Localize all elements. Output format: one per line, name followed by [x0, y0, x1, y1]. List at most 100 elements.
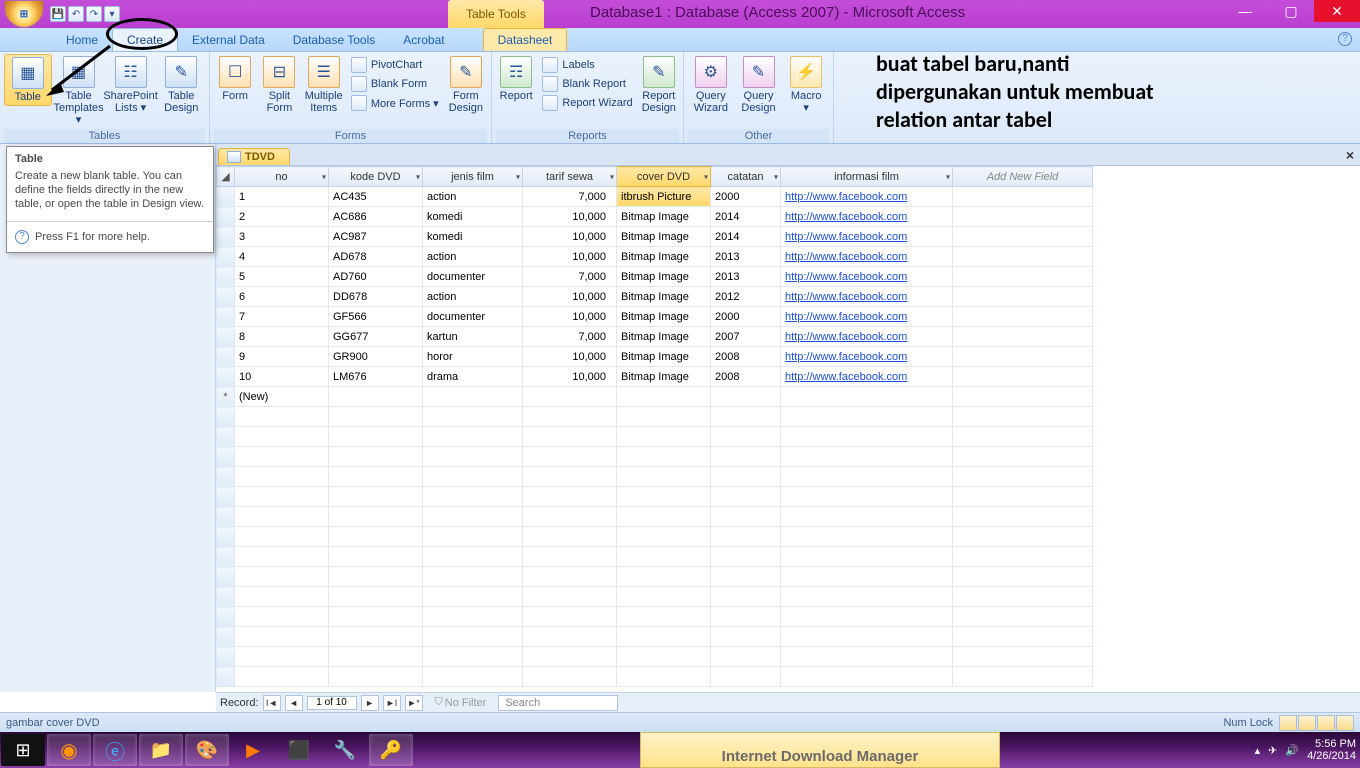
help-icon[interactable]: ? — [1338, 32, 1352, 46]
cell-addnew[interactable] — [953, 307, 1093, 327]
cell-kode[interactable]: GF566 — [329, 307, 423, 327]
tray-airplane-icon[interactable]: ✈ — [1268, 744, 1277, 757]
cell-cover[interactable]: Bitmap Image — [617, 227, 711, 247]
col-informasi-film[interactable]: informasi film▾ — [781, 167, 953, 187]
start-button[interactable]: ⊞ — [1, 734, 45, 766]
cell-jenis[interactable]: drama — [423, 367, 523, 387]
col-add-new-field[interactable]: Add New Field — [953, 167, 1093, 187]
cell-catatan[interactable]: 2012 — [711, 287, 781, 307]
col-cover-dvd[interactable]: cover DVD▾ — [617, 167, 711, 187]
record-first-button[interactable]: I◄ — [263, 695, 281, 711]
no-filter-indicator[interactable]: ⛉ No Filter — [435, 696, 487, 709]
row-selector[interactable] — [217, 327, 235, 347]
query-wizard-button[interactable]: ⚙Query Wizard — [688, 54, 734, 116]
cell-jenis[interactable]: action — [423, 187, 523, 207]
cell-addnew[interactable] — [953, 327, 1093, 347]
table-row[interactable]: 9 GR900 horor 10,000 Bitmap Image 2008 h… — [217, 347, 1360, 367]
form-design-button[interactable]: ✎Form Design — [445, 54, 487, 116]
cell-cover[interactable]: itbrush Picture — [617, 187, 711, 207]
cell-addnew[interactable] — [953, 247, 1093, 267]
cell-no[interactable]: 3 — [235, 227, 329, 247]
taskbar-firefox[interactable]: ◉ — [47, 734, 91, 766]
row-selector[interactable] — [217, 187, 235, 207]
table-templates-button[interactable]: ▦Table Templates ▾ — [54, 54, 104, 128]
cell-cover[interactable]: Bitmap Image — [617, 287, 711, 307]
col-catatan[interactable]: catatan▾ — [711, 167, 781, 187]
cell-jenis[interactable]: documenter — [423, 307, 523, 327]
pivotchart-button[interactable]: PivotChart — [347, 56, 443, 74]
col-tarif-sewa[interactable]: tarif sewa▾ — [523, 167, 617, 187]
search-box[interactable]: Search — [498, 695, 618, 711]
cell-catatan[interactable]: 2013 — [711, 267, 781, 287]
datasheet-view-button[interactable] — [1279, 715, 1297, 731]
table-row[interactable]: 10 LM676 drama 10,000 Bitmap Image 2008 … — [217, 367, 1360, 387]
taskbar-app1[interactable]: 🔧 — [323, 734, 367, 766]
table-row[interactable]: 1 AC435 action 7,000 itbrush Picture 200… — [217, 187, 1360, 207]
taskbar-explorer[interactable]: 📁 — [139, 734, 183, 766]
cell-catatan[interactable]: 2007 — [711, 327, 781, 347]
cell-info[interactable]: http://www.facebook.com — [781, 347, 953, 367]
close-button[interactable]: ✕ — [1314, 0, 1360, 22]
split-form-button[interactable]: ⊟Split Form — [258, 54, 300, 116]
cell-cover[interactable]: Bitmap Image — [617, 247, 711, 267]
blank-report-button[interactable]: Blank Report — [538, 75, 636, 93]
row-selector[interactable] — [217, 307, 235, 327]
cell-cover[interactable]: Bitmap Image — [617, 307, 711, 327]
office-button[interactable]: ⊞ — [4, 0, 44, 28]
record-new-button[interactable]: ►* — [405, 695, 423, 711]
minimize-button[interactable]: — — [1222, 0, 1268, 22]
cell-no[interactable]: 4 — [235, 247, 329, 267]
cell-info[interactable]: http://www.facebook.com — [781, 247, 953, 267]
cell-cover[interactable]: Bitmap Image — [617, 327, 711, 347]
cell-tarif[interactable]: 7,000 — [523, 327, 617, 347]
cell-catatan[interactable]: 2013 — [711, 247, 781, 267]
cell-no[interactable]: 7 — [235, 307, 329, 327]
cell-jenis[interactable]: action — [423, 287, 523, 307]
idm-notification[interactable]: Internet Download Manager — [640, 732, 1000, 768]
table-row[interactable]: 3 AC987 komedi 10,000 Bitmap Image 2014 … — [217, 227, 1360, 247]
cell-cover[interactable]: Bitmap Image — [617, 267, 711, 287]
form-button[interactable]: ☐Form — [214, 54, 256, 104]
record-position-input[interactable] — [307, 696, 357, 710]
cell-addnew[interactable] — [953, 187, 1093, 207]
cell-info[interactable]: http://www.facebook.com — [781, 287, 953, 307]
taskbar-mediaplayer[interactable]: ▶ — [231, 734, 275, 766]
record-last-button[interactable]: ►I — [383, 695, 401, 711]
table-row[interactable]: 2 AC686 komedi 10,000 Bitmap Image 2014 … — [217, 207, 1360, 227]
design-view-button[interactable] — [1336, 715, 1354, 731]
cell-addnew[interactable] — [953, 207, 1093, 227]
row-selector[interactable] — [217, 347, 235, 367]
cell-jenis[interactable]: horor — [423, 347, 523, 367]
tray-volume-icon[interactable]: 🔊 — [1285, 744, 1299, 757]
table-design-button[interactable]: ✎Table Design — [158, 54, 205, 116]
tab-datasheet[interactable]: Datasheet — [483, 28, 568, 51]
cell-no[interactable]: 6 — [235, 287, 329, 307]
table-row[interactable]: 5 AD760 documenter 7,000 Bitmap Image 20… — [217, 267, 1360, 287]
cell-tarif[interactable]: 7,000 — [523, 187, 617, 207]
col-jenis-film[interactable]: jenis film▾ — [423, 167, 523, 187]
tab-external-data[interactable]: External Data — [178, 29, 279, 51]
cell-tarif[interactable]: 10,000 — [523, 287, 617, 307]
table-row[interactable]: 8 GG677 kartun 7,000 Bitmap Image 2007 h… — [217, 327, 1360, 347]
cell-kode[interactable]: LM676 — [329, 367, 423, 387]
cell-addnew[interactable] — [953, 347, 1093, 367]
cell-no[interactable]: 10 — [235, 367, 329, 387]
cell-kode[interactable]: AC686 — [329, 207, 423, 227]
cell-kode[interactable]: AC987 — [329, 227, 423, 247]
cell-jenis[interactable]: documenter — [423, 267, 523, 287]
row-selector[interactable] — [217, 367, 235, 387]
table-row[interactable]: 7 GF566 documenter 10,000 Bitmap Image 2… — [217, 307, 1360, 327]
cell-info[interactable]: http://www.facebook.com — [781, 267, 953, 287]
row-selector[interactable] — [217, 287, 235, 307]
new-row[interactable]: *(New) — [217, 387, 1360, 407]
tab-database-tools[interactable]: Database Tools — [279, 29, 390, 51]
multiple-items-button[interactable]: ☰Multiple Items — [303, 54, 345, 116]
row-selector[interactable] — [217, 247, 235, 267]
cell-tarif[interactable]: 10,000 — [523, 207, 617, 227]
cell-no[interactable]: (New) — [235, 387, 329, 407]
taskbar-adobe[interactable]: ⬛ — [277, 734, 321, 766]
cell-info[interactable]: http://www.facebook.com — [781, 327, 953, 347]
col-no[interactable]: no▾ — [235, 167, 329, 187]
cell-catatan[interactable]: 2000 — [711, 307, 781, 327]
cell-tarif[interactable]: 10,000 — [523, 367, 617, 387]
